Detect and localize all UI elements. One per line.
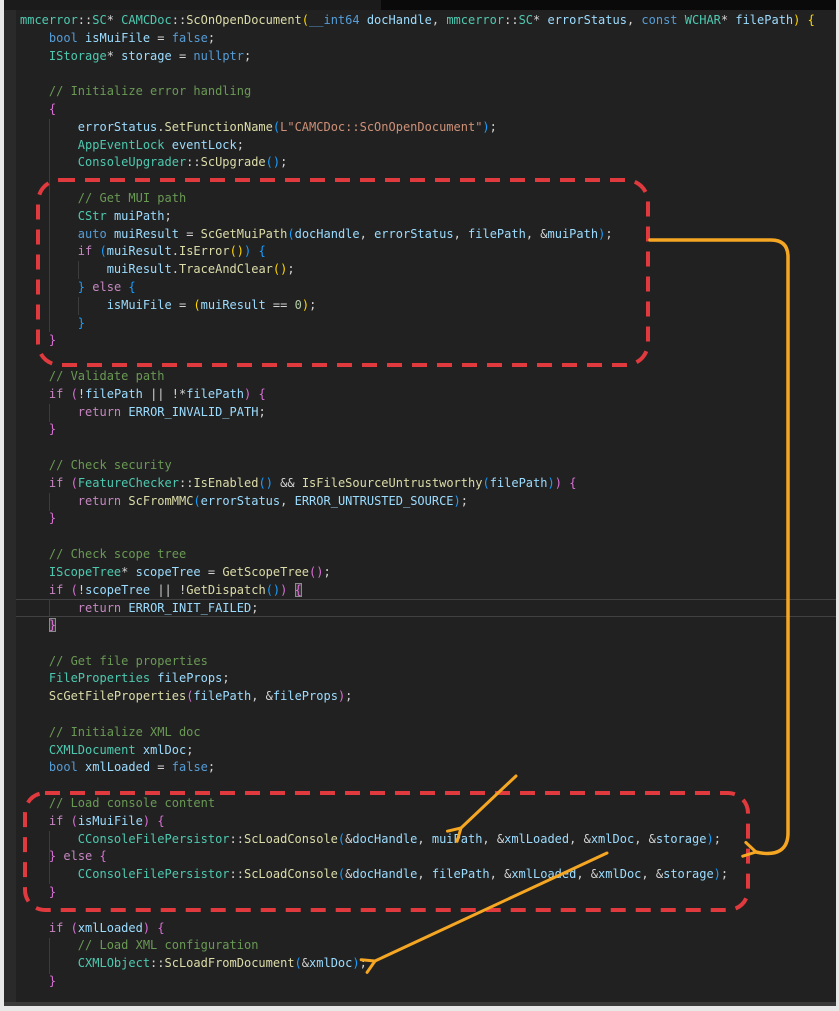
code-line: CStr muiPath; xyxy=(16,208,836,226)
editor-gutter xyxy=(4,10,16,1006)
code-line: } xyxy=(16,332,836,350)
code-line: CXMLObject::ScLoadFromDocument(&xmlDoc); xyxy=(16,955,836,973)
code-line: // Initialize XML doc xyxy=(16,724,836,742)
code-line: if (!scopeTree || !GetDispatch()) { xyxy=(16,582,836,600)
code-line: isMuiFile = (muiResult == 0); xyxy=(16,297,836,315)
code-line: // Get file properties xyxy=(16,653,836,671)
code-line: ConsoleUpgrader::ScUpgrade(); xyxy=(16,154,836,172)
code-line xyxy=(16,635,836,653)
code-line xyxy=(16,65,836,83)
code-line: return ScFromMMC(errorStatus, ERROR_UNTR… xyxy=(16,493,836,511)
code-line: return ERROR_INVALID_PATH; xyxy=(16,404,836,422)
code-line: CXMLDocument xmlDoc; xyxy=(16,742,836,760)
code-line: AppEventLock eventLock; xyxy=(16,137,836,155)
code-line: } xyxy=(16,315,836,333)
code-line: FileProperties fileProps; xyxy=(16,670,836,688)
code-line: if (muiResult.IsError()) { xyxy=(16,243,836,261)
code-line: CConsoleFilePersistor::ScLoadConsole(&do… xyxy=(16,866,836,884)
top-bar xyxy=(4,0,836,10)
screenshot-root: { "colors": { "editor_bg": "#212121", "f… xyxy=(0,0,839,1011)
code-line xyxy=(16,439,836,457)
code-line: } xyxy=(16,510,836,528)
code-line: auto muiResult = ScGetMuiPath(docHandle,… xyxy=(16,226,836,244)
code-line: { xyxy=(16,101,836,119)
code-line: if (!filePath || !*filePath) { xyxy=(16,386,836,404)
code-line: } xyxy=(16,421,836,439)
code-line xyxy=(16,706,836,724)
code-line: } xyxy=(16,973,836,991)
code-line: // Load console content xyxy=(16,795,836,813)
code-line: // Initialize error handling xyxy=(16,83,836,101)
code-line-current: return ERROR_INIT_FAILED; xyxy=(16,599,836,617)
code-line: errorStatus.SetFunctionName(L"CAMCDoc::S… xyxy=(16,119,836,137)
code-lines: mmcerror::SC* CAMCDoc::ScOnOpenDocument(… xyxy=(16,12,836,1002)
code-line: bool isMuiFile = false; xyxy=(16,30,836,48)
code-line: CConsoleFilePersistor::ScLoadConsole(&do… xyxy=(16,831,836,849)
code-line: IScopeTree* scopeTree = GetScopeTree(); xyxy=(16,564,836,582)
top-bar-left-segment xyxy=(4,0,381,10)
code-line: // Check scope tree xyxy=(16,546,836,564)
code-line xyxy=(16,528,836,546)
code-line xyxy=(16,902,836,920)
code-line: if (FeatureChecker::IsEnabled() && IsFil… xyxy=(16,475,836,493)
code-line: // Get MUI path xyxy=(16,190,836,208)
code-line: ScGetFileProperties(filePath, &fileProps… xyxy=(16,688,836,706)
code-line: bool xmlLoaded = false; xyxy=(16,759,836,777)
code-line xyxy=(16,350,836,368)
code-line xyxy=(16,172,836,190)
code-line: } xyxy=(16,884,836,902)
code-line: } else { xyxy=(16,279,836,297)
code-line: mmcerror::SC* CAMCDoc::ScOnOpenDocument(… xyxy=(16,12,836,30)
code-line: // Check security xyxy=(16,457,836,475)
code-line xyxy=(16,777,836,795)
code-line: } xyxy=(16,617,836,635)
code-line: // Validate path xyxy=(16,368,836,386)
code-line: if (xmlLoaded) { xyxy=(16,920,836,938)
code-line: IStorage* storage = nullptr; xyxy=(16,48,836,66)
code-line: // Load XML configuration xyxy=(16,937,836,955)
code-line: if (isMuiFile) { xyxy=(16,813,836,831)
code-line: } else { xyxy=(16,848,836,866)
bottom-scroll-strip xyxy=(4,1002,836,1006)
code-line: muiResult.TraceAndClear(); xyxy=(16,261,836,279)
code-editor[interactable]: mmcerror::SC* CAMCDoc::ScOnOpenDocument(… xyxy=(4,0,836,1006)
